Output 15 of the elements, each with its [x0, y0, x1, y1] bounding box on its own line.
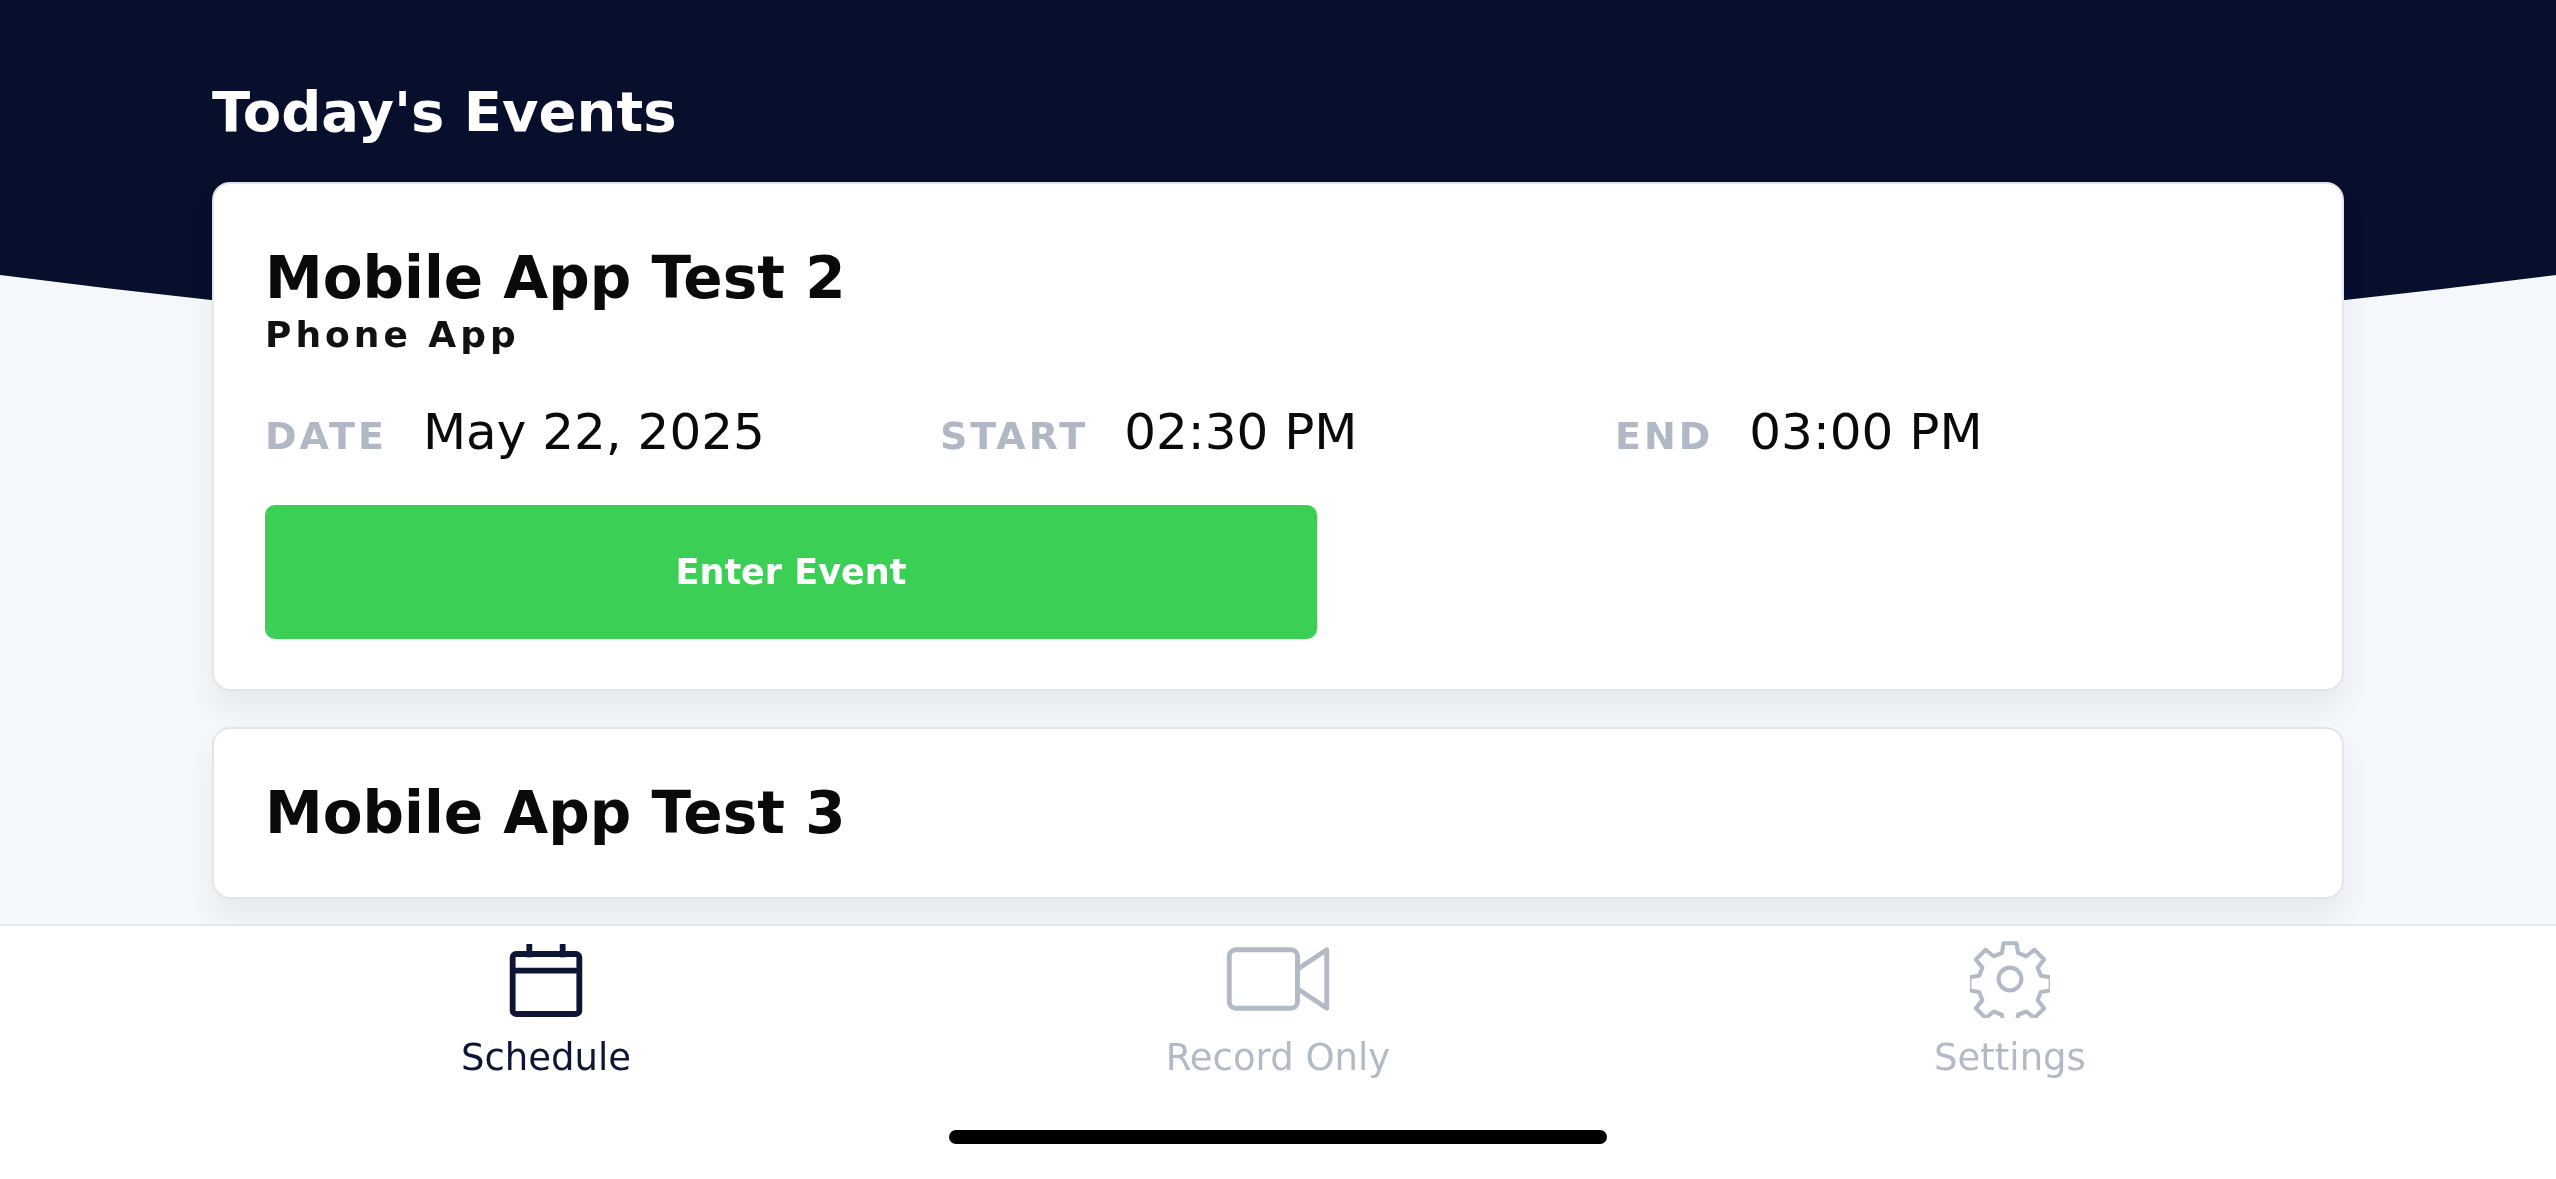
event-title: Mobile App Test 3: [265, 779, 847, 847]
field-label: DATE: [265, 414, 387, 458]
tab[interactable]: Schedule: [396, 926, 696, 1116]
field-label: START: [940, 414, 1089, 458]
event-title: Mobile App Test 2: [265, 244, 847, 312]
field-label: END: [1615, 414, 1714, 458]
field-value: 03:00 PM: [1749, 403, 1983, 461]
settings-icon: [1970, 940, 2050, 1018]
field-value: 02:30 PM: [1124, 403, 1358, 461]
tab[interactable]: Settings: [1860, 926, 2160, 1116]
field-value: May 22, 2025: [422, 403, 765, 461]
tab[interactable]: Record Only: [1128, 926, 1428, 1116]
event-subtitle: Phone App: [265, 314, 521, 355]
enter-event-button[interactable]: Enter Event: [265, 505, 1317, 639]
page-title: Today's Events: [212, 78, 678, 146]
